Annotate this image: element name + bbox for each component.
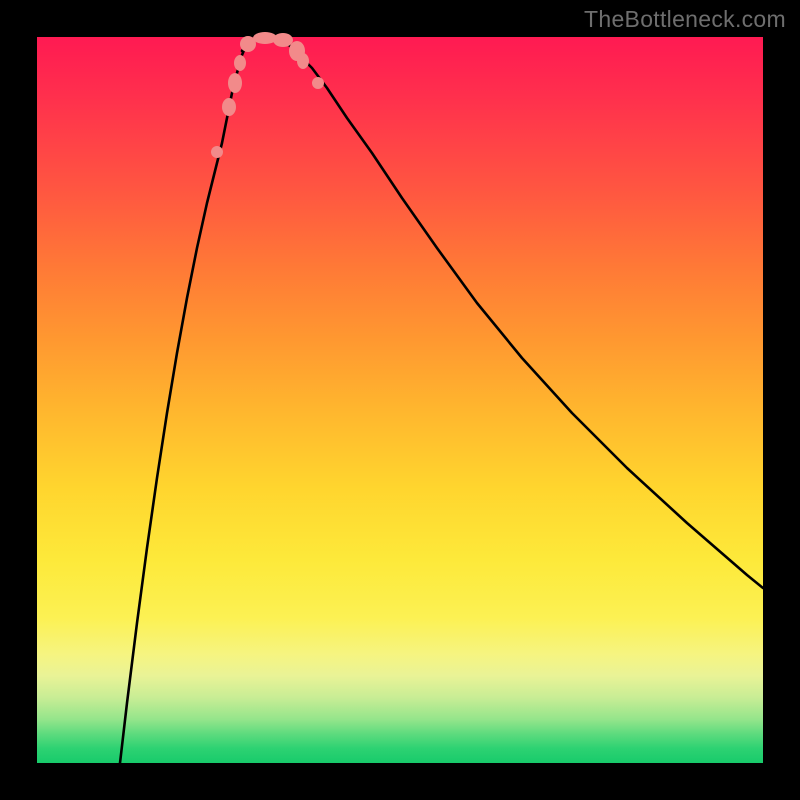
watermark-text: TheBottleneck.com (584, 6, 786, 33)
valley-marker-3 (234, 55, 246, 71)
chart-frame: TheBottleneck.com (0, 0, 800, 800)
plot-area (37, 37, 763, 763)
curve-right-branch (287, 43, 763, 588)
curve-left-branch (120, 43, 247, 763)
valley-marker-2 (228, 73, 242, 93)
valley-marker-0 (211, 146, 223, 158)
valley-marker-6 (273, 33, 293, 47)
valley-marker-5 (253, 32, 277, 44)
valley-marker-8 (297, 53, 309, 69)
valley-marker-9 (312, 77, 324, 89)
valley-marker-1 (222, 98, 236, 116)
bottleneck-curve (37, 37, 763, 763)
